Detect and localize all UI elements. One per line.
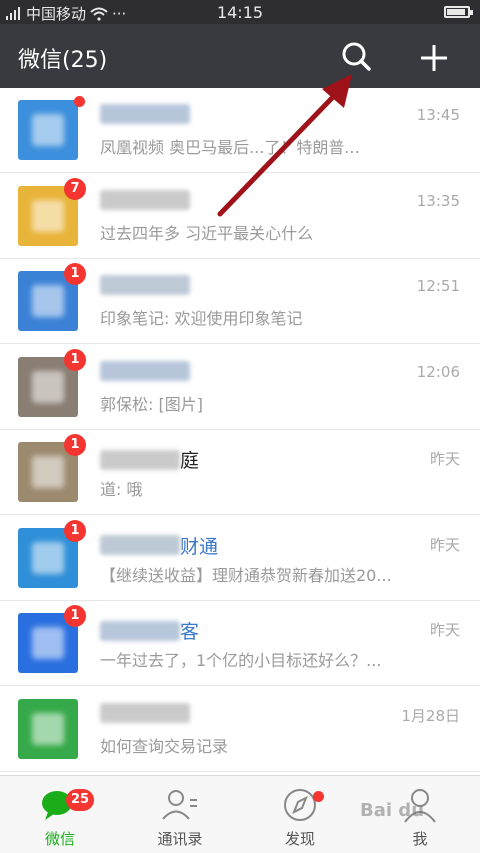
chat-row[interactable]: 1 12:06 郭保松: [图片] bbox=[0, 344, 480, 430]
blurred-name bbox=[100, 104, 190, 124]
unread-dot bbox=[74, 96, 85, 107]
chat-preview: 凤凰视频 奥巴马最后...了！特朗普... bbox=[100, 138, 360, 157]
chat-list: 13:45 凤凰视频 奥巴马最后...了！特朗普... 7 13:35 过去四年多 习近… bbox=[0, 88, 480, 775]
avatar bbox=[18, 100, 78, 160]
blurred-name bbox=[100, 702, 190, 723]
chat-name: 庭 bbox=[100, 446, 199, 473]
chat-name: 客 bbox=[100, 617, 199, 644]
chat-row[interactable]: 13:45 凤凰视频 奥巴马最后...了！特朗普... bbox=[0, 88, 480, 173]
chat-name-visible: 财通 bbox=[180, 535, 219, 558]
unread-badge: 1 bbox=[64, 605, 86, 627]
blurred-name bbox=[100, 189, 190, 210]
tab-badge: 25 bbox=[66, 789, 95, 811]
contacts-icon bbox=[159, 786, 201, 824]
tab-label: 通讯录 bbox=[157, 830, 203, 848]
chat-name-visible: 客 bbox=[180, 621, 200, 643]
chat-preview: 过去四年多 习近平最关心什么 bbox=[100, 223, 314, 243]
plus-icon bbox=[421, 45, 447, 71]
chat-preview: 一年过去了，1个亿的小目标还好么？... bbox=[100, 651, 382, 670]
chat-name-visible: 庭 bbox=[180, 450, 200, 472]
chat-time: 12:06 bbox=[416, 362, 460, 381]
tab-contacts[interactable]: 通讯录 bbox=[120, 776, 240, 853]
tab-label: 微信 bbox=[44, 830, 75, 848]
unread-badge: 1 bbox=[64, 263, 86, 285]
battery-icon bbox=[444, 6, 473, 18]
status-time: 14:15 bbox=[216, 3, 264, 22]
status-bar: 中国移动 ··· 14:15 bbox=[0, 0, 480, 24]
chat-time: 昨天 bbox=[429, 450, 460, 468]
chat-name bbox=[100, 189, 190, 210]
app-header: 微信(25) bbox=[0, 24, 480, 88]
chat-time: 昨天 bbox=[429, 621, 460, 639]
chat-name bbox=[100, 702, 190, 723]
chat-time: 12:51 bbox=[416, 277, 460, 295]
blurred-name bbox=[100, 275, 190, 295]
battery-fill bbox=[447, 9, 465, 15]
chat-preview: 印象笔记: 欢迎使用印象笔记 bbox=[100, 309, 303, 328]
avatar bbox=[18, 698, 78, 759]
chat-time: 昨天 bbox=[429, 535, 460, 554]
blurred-name bbox=[100, 449, 180, 470]
page-title: 微信(25) bbox=[18, 48, 108, 73]
chat-row[interactable]: 1 12:51 印象笔记: 欢迎使用印象笔记 bbox=[0, 259, 480, 344]
chat-row[interactable]: 7 13:35 过去四年多 习近平最关心什么 bbox=[0, 173, 480, 259]
unread-badge: 1 bbox=[64, 348, 86, 371]
chat-preview: 郭保松: [图片] bbox=[100, 394, 203, 414]
chat-preview: 道: 哦 bbox=[100, 480, 143, 499]
tab-label: 发现 bbox=[284, 830, 315, 848]
tab-label: 我 bbox=[412, 830, 428, 848]
chat-name bbox=[100, 275, 190, 295]
chat-preview: 如何查询交易记录 bbox=[100, 736, 229, 756]
unread-badge: 1 bbox=[64, 434, 86, 456]
tab-wechat[interactable]: 25 微信 bbox=[0, 776, 120, 853]
chat-name bbox=[100, 104, 190, 124]
chat-time: 13:35 bbox=[416, 191, 460, 210]
blurred-name bbox=[100, 360, 190, 381]
tab-dot bbox=[313, 791, 324, 802]
add-button[interactable] bbox=[414, 38, 454, 78]
blurred-name bbox=[100, 535, 180, 555]
watermark-logo: Bai du bbox=[360, 800, 425, 821]
unread-badge: 7 bbox=[64, 177, 86, 200]
unread-badge: 1 bbox=[64, 519, 86, 542]
search-button[interactable] bbox=[338, 38, 376, 76]
search-icon bbox=[342, 42, 371, 71]
chat-name: 财通 bbox=[100, 532, 218, 559]
chat-time: 1月28日 bbox=[401, 706, 460, 725]
chat-row[interactable]: 1 客 昨天一年过去了，1个亿的小目标还好么？... bbox=[0, 601, 480, 686]
tab-discover[interactable]: 发现 bbox=[240, 776, 360, 853]
chat-preview: 【继续送收益】理财通恭贺新春加送20... bbox=[100, 565, 392, 585]
chat-row[interactable]: 1 财通 昨天【继续送收益】理财通恭贺新春加送20... bbox=[0, 515, 480, 601]
chat-time: 13:45 bbox=[416, 106, 460, 124]
blurred-name bbox=[100, 620, 180, 641]
chat-row[interactable]: 1月28日如何查询交易记录 bbox=[0, 686, 480, 772]
chat-row[interactable]: 1 庭 昨天道: 哦 bbox=[0, 430, 480, 515]
chat-name bbox=[100, 360, 190, 381]
